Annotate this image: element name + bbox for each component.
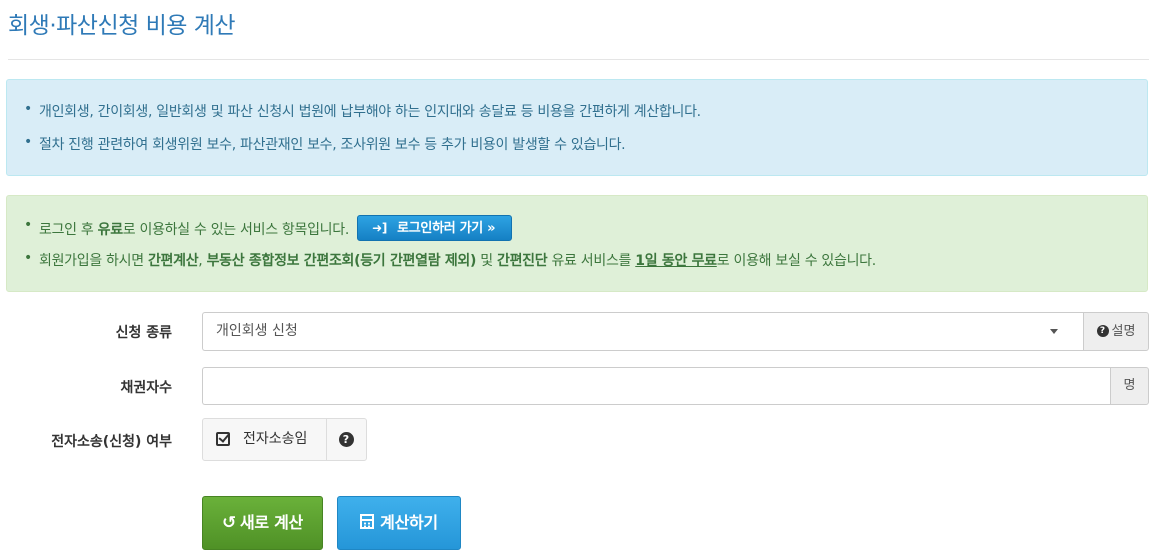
creditors-label: 채권자수 bbox=[120, 380, 172, 396]
calculator-icon bbox=[360, 514, 375, 529]
electronic-checkbox[interactable]: 전자소송임 bbox=[203, 419, 327, 460]
info-item-2: 절차 진행 관련하여 회생위원 보수, 파산관재인 보수, 조사위원 보수 등 … bbox=[24, 134, 626, 154]
signup-g: 유료 서비스를 bbox=[547, 253, 636, 269]
electronic-checkbox-label: 전자소송임 bbox=[243, 431, 308, 447]
divider bbox=[8, 59, 1149, 60]
signup-b: 간편계산 bbox=[147, 253, 199, 269]
info-item-1: 개인회생, 간이회생, 일반회생 및 파산 신청시 법원에 납부해야 하는 인지… bbox=[24, 101, 701, 121]
electronic-label: 전자소송(신청) 여부 bbox=[51, 434, 172, 450]
question-circle-icon: ? bbox=[1096, 324, 1109, 337]
login-notice-suffix: 로 이용하실 수 있는 서비스 항목입니다. bbox=[122, 222, 349, 238]
page-title: 회생·파산신청 비용 계산 bbox=[8, 13, 236, 39]
application-type-value: 개인회생 신청 bbox=[216, 323, 298, 339]
login-notice-bold: 유료 bbox=[97, 222, 123, 238]
signup-c: , bbox=[198, 253, 207, 269]
signup-e: 및 bbox=[476, 253, 497, 269]
undo-icon: ↺ bbox=[222, 513, 236, 533]
login-notice-prefix: 로그인 후 bbox=[39, 222, 98, 238]
login-notice: 로그인 후 유료로 이용하실 수 있는 서비스 항목입니다. ➜] 로그인하러 가… bbox=[24, 215, 513, 243]
signup-i: 로 이용해 보실 수 있습니다. bbox=[716, 253, 876, 269]
signup-h: 1일 동안 무료 bbox=[635, 253, 717, 269]
application-type-label: 신청 종류 bbox=[115, 325, 172, 341]
application-type-select[interactable]: 개인회생 신청 bbox=[202, 312, 1084, 351]
login-button-label: 로그인하러 가기 » bbox=[397, 221, 496, 236]
signup-a: 회원가입을 하시면 bbox=[39, 253, 148, 269]
question-circle-icon: ? bbox=[338, 432, 354, 447]
electronic-help-button[interactable]: ? bbox=[326, 419, 366, 460]
caret-down-icon bbox=[1050, 329, 1058, 334]
calculate-button-label: 계산하기 bbox=[380, 513, 438, 532]
creditors-input[interactable] bbox=[202, 367, 1111, 405]
signup-d: 부동산 종합정보 간편조회(등기 간편열람 제외) bbox=[206, 253, 477, 269]
login-alert: 로그인 후 유료로 이용하실 수 있는 서비스 항목입니다. ➜] 로그인하러 가… bbox=[6, 195, 1148, 292]
calculate-button[interactable]: 계산하기 bbox=[337, 496, 461, 550]
signup-f: 간편진단 bbox=[497, 253, 548, 269]
signup-notice: 회원가입을 하시면 간편계산, 부동산 종합정보 간편조회(등기 간편열람 제외… bbox=[24, 250, 876, 270]
sign-in-icon: ➜] bbox=[372, 221, 388, 235]
electronic-checkbox-group: 전자소송임 ? bbox=[202, 418, 367, 461]
help-label: 설명 bbox=[1111, 324, 1136, 339]
login-button[interactable]: ➜] 로그인하러 가기 » bbox=[357, 215, 513, 241]
reset-button[interactable]: ↺ 새로 계산 bbox=[202, 496, 323, 550]
info-alert: 개인회생, 간이회생, 일반회생 및 파산 신청시 법원에 납부해야 하는 인지… bbox=[6, 79, 1148, 176]
checkbox-checked-icon bbox=[216, 432, 230, 446]
help-button[interactable]: ? 설명 bbox=[1083, 312, 1149, 351]
creditors-unit: 명 bbox=[1110, 367, 1149, 405]
reset-button-label: 새로 계산 bbox=[240, 513, 303, 532]
